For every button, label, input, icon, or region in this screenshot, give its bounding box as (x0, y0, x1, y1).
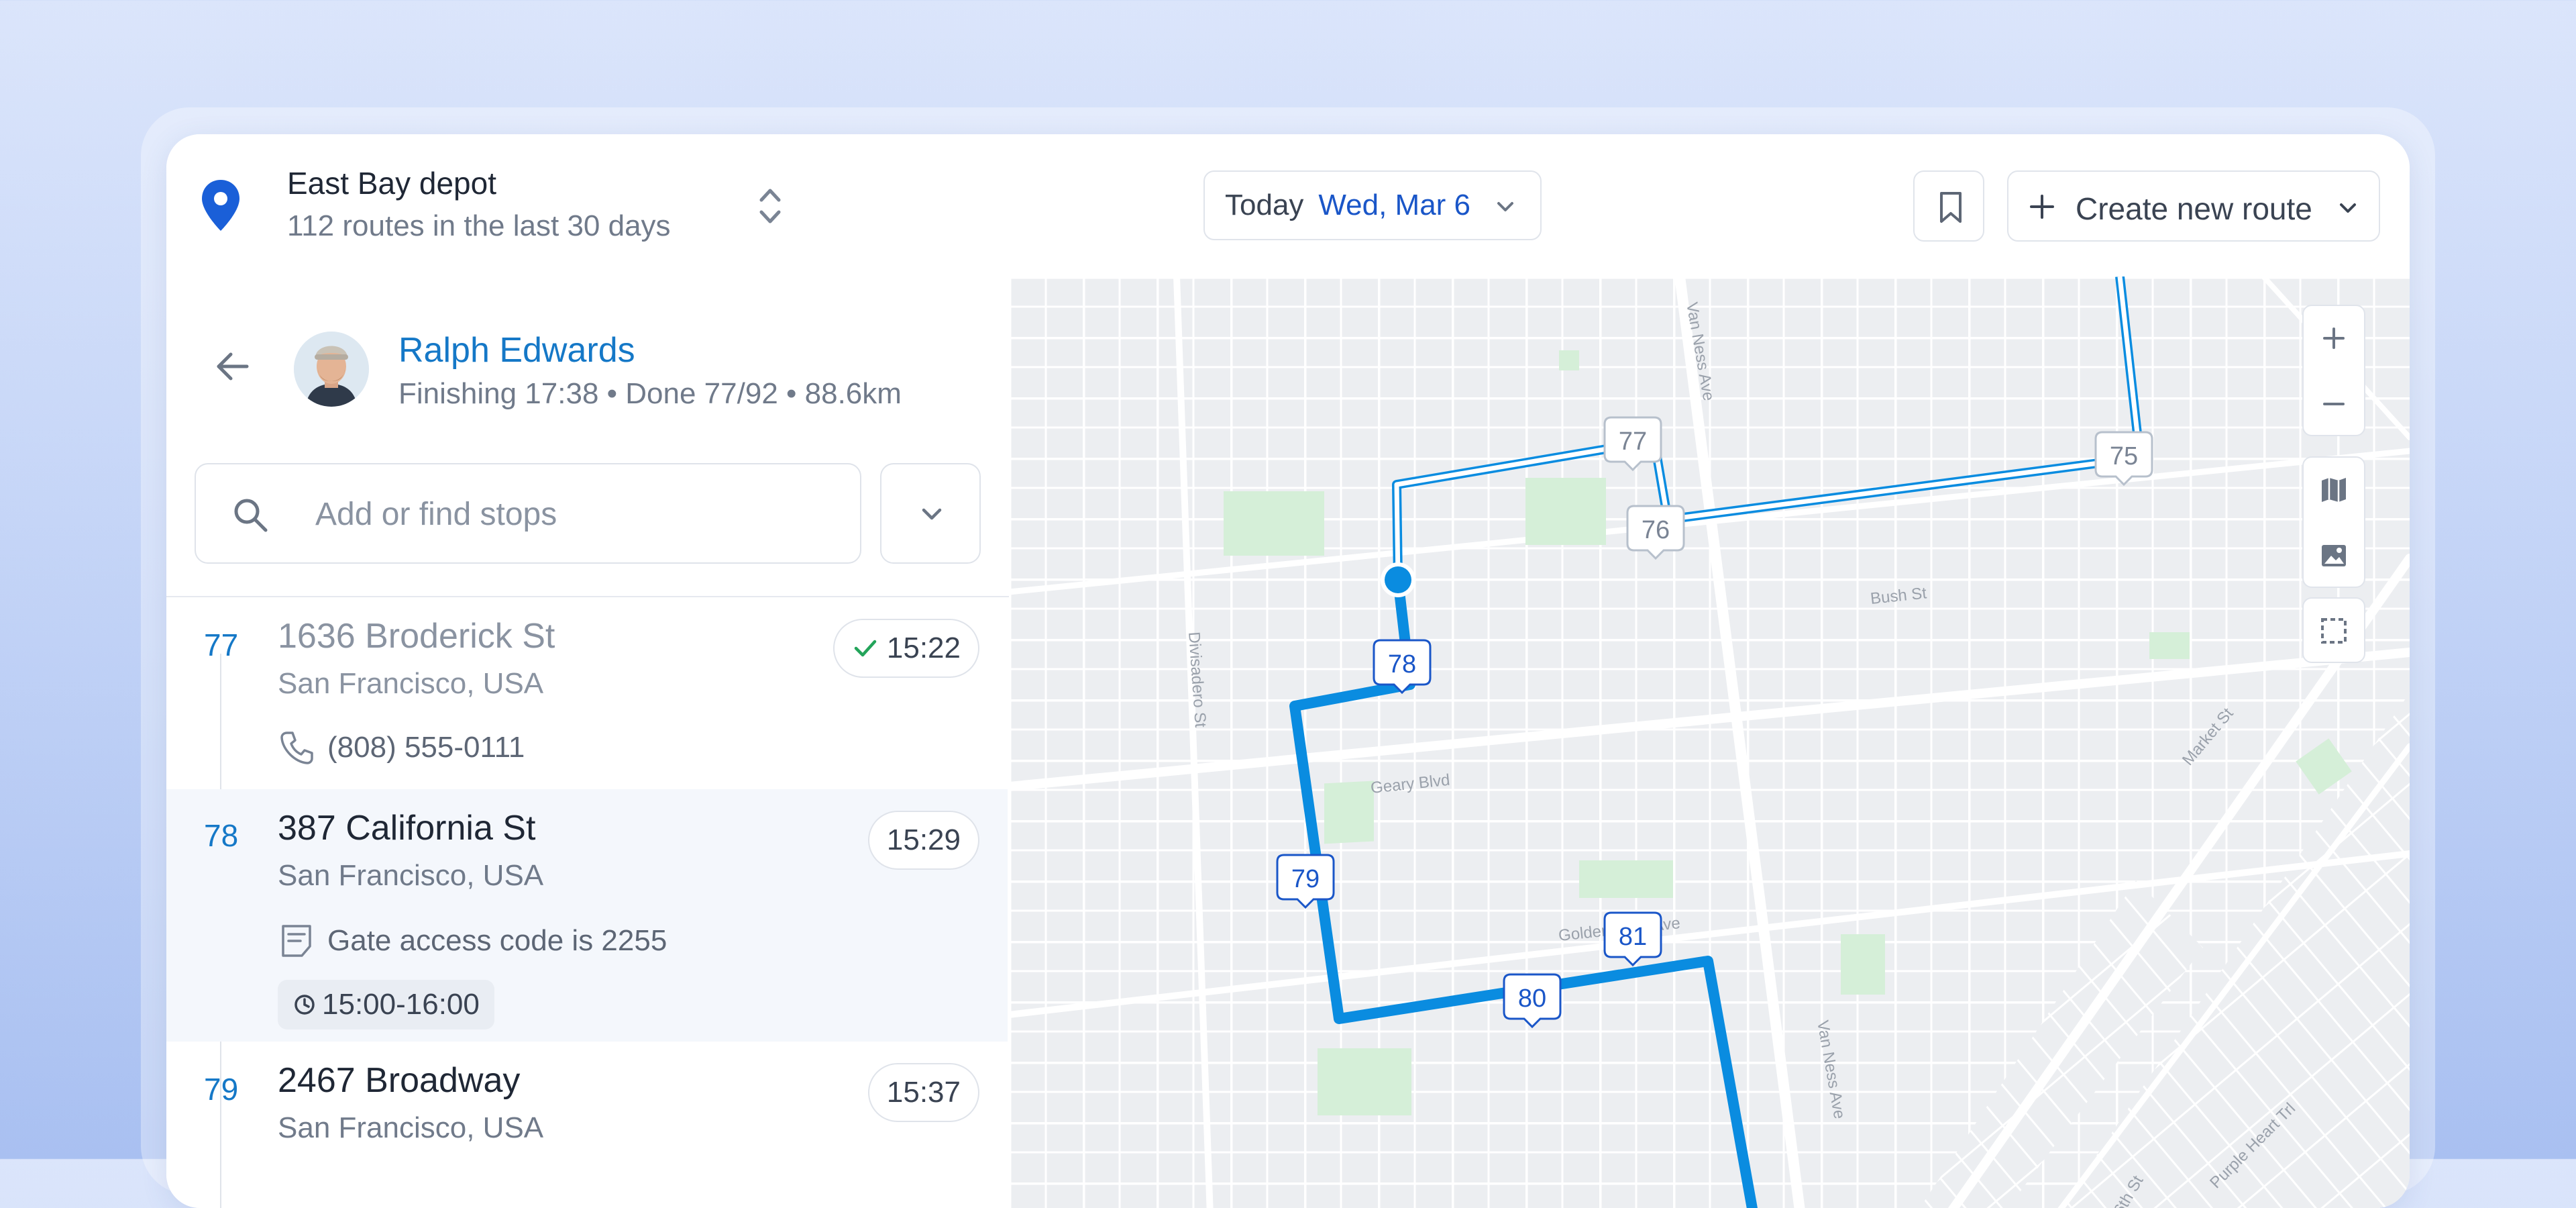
stop-address: 387 California St (278, 809, 536, 848)
zoom-in-icon (2323, 328, 2345, 349)
map-marker[interactable]: 75 (2094, 431, 2153, 487)
plus-icon (2030, 195, 2054, 219)
phone-number: (808) 555-0111 (327, 731, 525, 764)
zoom-controls (2302, 305, 2365, 436)
satellite-view-button[interactable] (2304, 523, 2364, 588)
create-route-button[interactable]: Create new route (2007, 170, 2380, 242)
driver-meta: Finishing 17:38 • Done 77/92 • 88.6km (398, 377, 902, 410)
list-item[interactable]: 77 1636 Broderick St San Francisco, USA … (166, 597, 1008, 789)
stop-number: 78 (204, 817, 239, 854)
check-icon (854, 640, 877, 657)
arrow-left-icon[interactable] (213, 350, 251, 383)
map-canvas: Van Ness Ave Bush St Divisadero St Geary… (1009, 276, 2410, 1208)
stop-city: San Francisco, USA (278, 859, 544, 892)
marker-label: 77 (1619, 427, 1647, 456)
stop-number: 77 (204, 627, 239, 662)
map-marker[interactable]: 76 (1626, 505, 1685, 560)
bookmark-icon (1940, 192, 1962, 223)
clock-icon (294, 995, 315, 1015)
select-area-button[interactable] (2304, 599, 2364, 663)
marker-label: 79 (1291, 865, 1320, 893)
stop-city: San Francisco, USA (278, 667, 544, 700)
stop-number: 79 (204, 1072, 239, 1107)
map-marker[interactable]: 81 (1603, 911, 1662, 967)
depot-name[interactable]: East Bay depot (287, 165, 496, 201)
list-item[interactable]: 79 2467 Broadway San Francisco, USA 15:3… (166, 1042, 1008, 1208)
image-icon (2322, 545, 2346, 566)
top-bar: East Bay depot 112 routes in the last 30… (166, 134, 2410, 278)
depot-subtitle: 112 routes in the last 30 days (287, 209, 671, 242)
date-label: Today (1225, 189, 1304, 221)
chevron-down-icon (2340, 203, 2356, 213)
layer-controls (2302, 456, 2365, 588)
search-input[interactable] (314, 491, 826, 537)
bookmark-button[interactable] (1913, 170, 1984, 242)
stop-time-badge: 15:29 (867, 811, 979, 870)
marker-label: 75 (2110, 442, 2138, 470)
stop-address: 1636 Broderick St (278, 617, 555, 656)
location-pin-icon (202, 180, 239, 231)
date-value: Wed, Mar 6 (1318, 189, 1471, 221)
create-route-label: Create new route (2076, 191, 2312, 226)
unfold-icon[interactable] (753, 184, 787, 228)
time-window-chip: 15:00-16:00 (278, 980, 494, 1029)
marker-label: 76 (1642, 516, 1670, 544)
note-icon (282, 925, 311, 957)
marker-label: 78 (1388, 650, 1416, 678)
stop-time: 15:37 (886, 1076, 961, 1109)
stop-time-badge: 15:37 (867, 1063, 979, 1122)
app-window: East Bay depot 112 routes in the last 30… (166, 134, 2410, 1208)
selection-control (2302, 597, 2365, 663)
map-marker[interactable]: 80 (1503, 973, 1562, 1029)
driver-name[interactable]: Ralph Edwards (398, 330, 635, 370)
zoom-out-icon (2323, 403, 2345, 405)
phone-icon (280, 732, 313, 764)
stop-city: San Francisco, USA (278, 1111, 544, 1144)
chevron-down-icon (922, 508, 942, 520)
stop-time-badge: 15:22 (833, 619, 979, 678)
stop-note: Gate access code is 2255 (278, 922, 667, 960)
select-area-icon (2321, 618, 2347, 644)
map-view-button[interactable] (2304, 458, 2364, 522)
stop-phone[interactable]: (808) 555-0111 (278, 729, 525, 766)
zoom-out-button[interactable] (2304, 372, 2364, 436)
stop-address: 2467 Broadway (278, 1061, 521, 1100)
map-icon (2322, 478, 2346, 502)
stop-time: 15:29 (886, 823, 961, 856)
list-item[interactable]: 78 387 California St San Francisco, USA … (166, 789, 1008, 1042)
map-marker[interactable]: 79 (1276, 854, 1335, 909)
map-marker[interactable]: 78 (1373, 639, 1432, 695)
search-icon (234, 499, 268, 532)
stop-time: 15:22 (886, 632, 961, 664)
note-text: Gate access code is 2255 (327, 924, 667, 957)
stop-search (195, 463, 861, 564)
avatar (294, 332, 369, 407)
search-options-button[interactable] (880, 463, 981, 564)
route-map[interactable]: Van Ness Ave Bush St Divisadero St Geary… (1009, 276, 2410, 1208)
route-panel: Ralph Edwards Finishing 17:38 • Done 77/… (166, 276, 1010, 1208)
time-window: 15:00-16:00 (322, 988, 480, 1021)
zoom-in-button[interactable] (2304, 306, 2364, 370)
marker-label: 80 (1518, 985, 1546, 1013)
marker-label: 81 (1619, 923, 1647, 951)
chevron-down-icon (1497, 202, 1513, 211)
date-selector[interactable]: Today Wed, Mar 6 (1203, 170, 1542, 240)
map-marker[interactable]: 77 (1603, 416, 1662, 472)
